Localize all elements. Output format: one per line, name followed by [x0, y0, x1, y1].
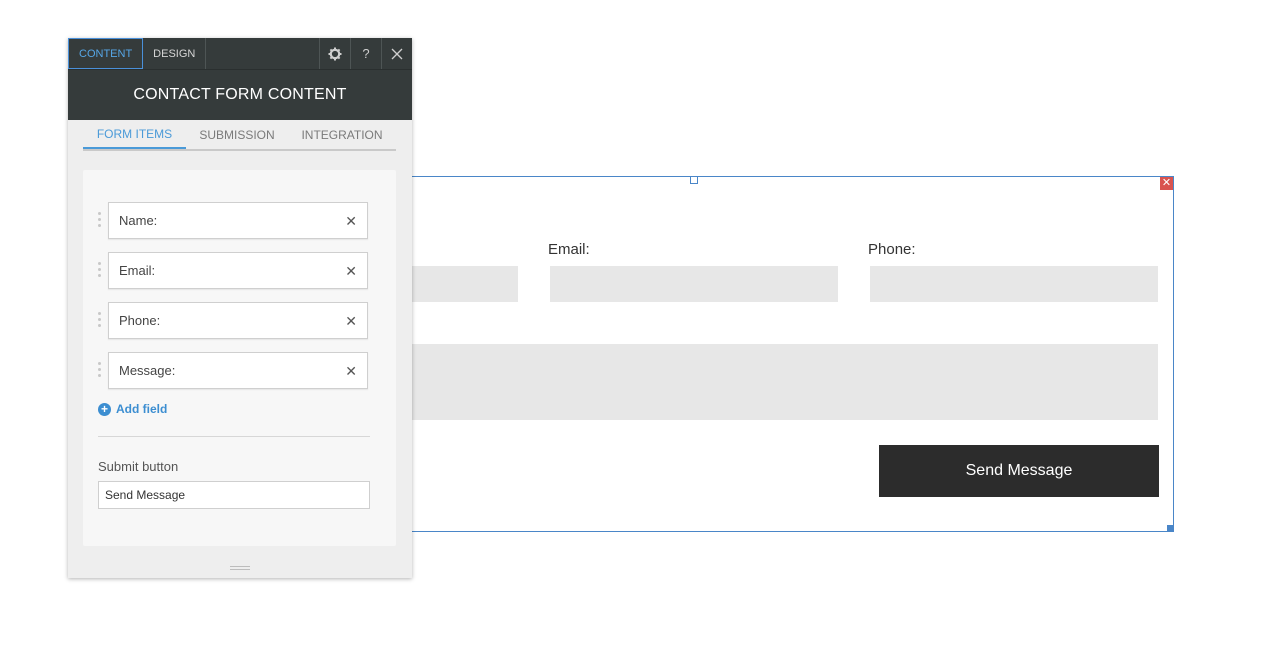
form-item-row[interactable]: Message: ✕: [98, 352, 370, 390]
settings-button[interactable]: [319, 38, 350, 69]
form-item-row[interactable]: Email: ✕: [98, 252, 370, 290]
name-input[interactable]: [412, 266, 518, 302]
drag-handle-icon[interactable]: [98, 212, 104, 230]
drag-handle-icon[interactable]: [98, 362, 104, 380]
submit-button-label: Submit button: [98, 459, 179, 474]
close-button[interactable]: [381, 38, 412, 69]
help-button[interactable]: ?: [350, 38, 381, 69]
email-input[interactable]: [550, 266, 838, 302]
panel-resize-grip-icon[interactable]: [230, 566, 250, 570]
submit-button-text-input[interactable]: [98, 481, 370, 509]
remove-item-icon[interactable]: ✕: [345, 263, 357, 280]
form-item[interactable]: Message: ✕: [108, 352, 368, 389]
contact-form-widget[interactable]: ✕ Email: Phone: Send Message: [411, 176, 1174, 532]
help-icon: ?: [362, 46, 370, 61]
phone-label: Phone:: [868, 241, 916, 258]
form-item[interactable]: Phone: ✕: [108, 302, 368, 339]
gear-icon: [328, 47, 342, 60]
divider: [98, 436, 370, 437]
tab-content[interactable]: CONTENT: [68, 38, 144, 69]
remove-item-icon[interactable]: ✕: [345, 313, 357, 330]
close-icon: [391, 48, 403, 59]
add-field-button[interactable]: + Add field: [98, 402, 167, 416]
phone-input[interactable]: [870, 266, 1158, 302]
add-field-label: Add field: [116, 402, 168, 416]
form-item-label: Name:: [119, 213, 158, 228]
form-items-card: Name: ✕ Email: ✕ Phone: ✕ Message: ✕ + A…: [83, 170, 396, 546]
form-item-row[interactable]: Phone: ✕: [98, 302, 370, 340]
contact-form-editor-panel: CONTENT DESIGN ? CONTACT FORM CONTENT FO…: [68, 38, 412, 578]
tab-design[interactable]: DESIGN: [143, 38, 207, 69]
form-item-label: Email:: [119, 263, 156, 278]
drag-handle-icon[interactable]: [98, 262, 104, 280]
subtab-integration[interactable]: INTEGRATION: [288, 120, 396, 149]
panel-title: CONTACT FORM CONTENT: [68, 70, 412, 120]
message-textarea[interactable]: [412, 344, 1158, 420]
sub-tabs: FORM ITEMS SUBMISSION INTEGRATION: [83, 120, 396, 151]
panel-topbar: CONTENT DESIGN ?: [68, 38, 412, 70]
drag-handle-icon[interactable]: [98, 312, 104, 330]
form-item-label: Message:: [119, 363, 176, 378]
resize-handle-corner[interactable]: [1167, 525, 1174, 532]
form-item-row[interactable]: Name: ✕: [98, 202, 370, 240]
remove-item-icon[interactable]: ✕: [345, 363, 357, 380]
remove-item-icon[interactable]: ✕: [345, 213, 357, 230]
subtab-submission[interactable]: SUBMISSION: [186, 120, 288, 149]
subtab-form-items[interactable]: FORM ITEMS: [83, 120, 186, 149]
form-item-label: Phone:: [119, 313, 161, 328]
plus-circle-icon: +: [98, 402, 111, 416]
delete-widget-icon[interactable]: ✕: [1160, 177, 1173, 190]
send-message-button[interactable]: Send Message: [879, 445, 1159, 497]
form-item[interactable]: Name: ✕: [108, 202, 368, 239]
email-label: Email:: [548, 241, 590, 258]
form-item[interactable]: Email: ✕: [108, 252, 368, 289]
resize-handle-top[interactable]: [690, 176, 698, 184]
